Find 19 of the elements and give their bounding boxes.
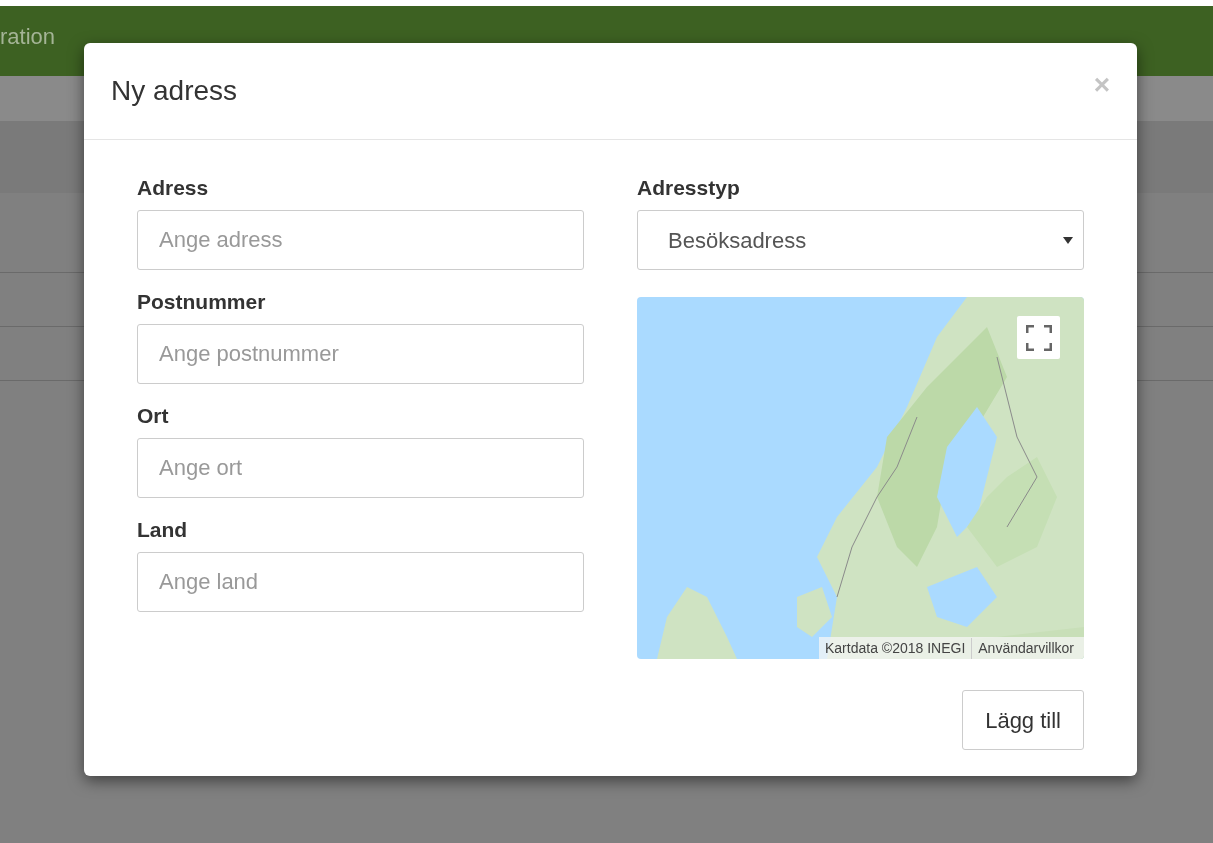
submit-button[interactable]: Lägg till xyxy=(962,690,1084,750)
header-title: ration xyxy=(0,26,56,48)
address-type-select[interactable]: Besöksadress xyxy=(637,210,1084,270)
input-field[interactable]: Ange land xyxy=(137,552,584,612)
field-label: Land xyxy=(137,517,189,543)
fullscreen-icon xyxy=(1025,324,1052,351)
field-label: Adresstyp xyxy=(637,175,741,201)
fullscreen-button[interactable] xyxy=(1017,316,1060,359)
input-field[interactable]: Ange postnummer xyxy=(137,324,584,384)
terms-link[interactable]: Användarvillkor xyxy=(971,637,1084,659)
input-field[interactable]: Ange ort xyxy=(137,438,584,498)
map[interactable]: Kartdata ©2018 INEGI Användarvillkor xyxy=(637,297,1084,659)
field-label: Adress xyxy=(137,175,210,201)
caret-icon xyxy=(1063,236,1073,244)
field-label: Postnummer xyxy=(137,289,267,315)
dialog-title: Ny adress xyxy=(111,74,238,108)
attribution-text: Kartdata ©2018 INEGI xyxy=(825,638,967,658)
input-field[interactable]: Ange adress xyxy=(137,210,584,270)
field-label: Ort xyxy=(137,403,170,429)
